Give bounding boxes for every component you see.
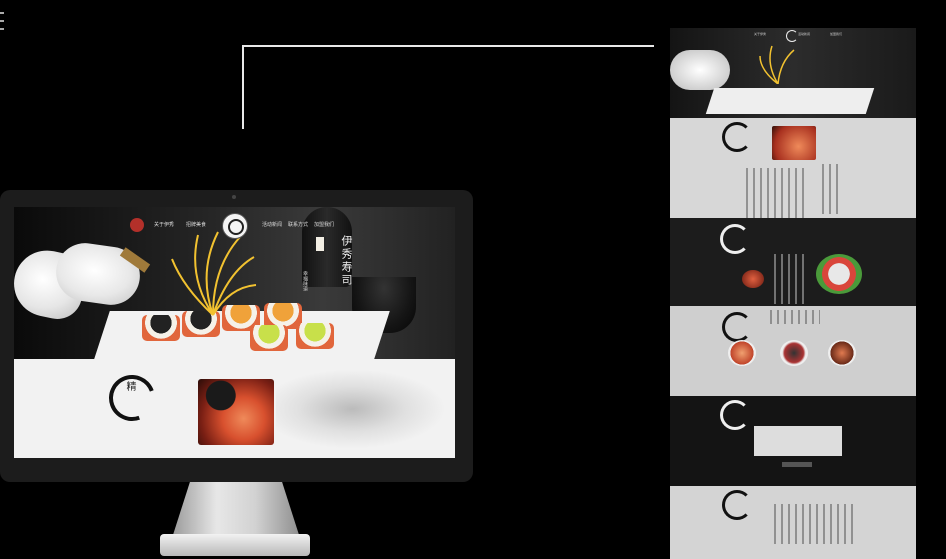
preview-contact-section [670, 396, 916, 486]
preview-footer-section [670, 486, 916, 559]
nav-item-contact[interactable]: 联系方式 [288, 221, 308, 228]
preview-menu-section [670, 306, 916, 396]
ink-seal-icon [101, 367, 163, 429]
menu-labels [770, 310, 820, 324]
sushi-piece [142, 315, 180, 341]
dish-photo [728, 340, 756, 366]
towel-image [670, 50, 730, 90]
seal-character: 精 [124, 381, 135, 391]
connector-line-horizontal [242, 45, 654, 47]
contact-form[interactable] [754, 426, 842, 456]
footer-text-block [774, 504, 854, 544]
sushi-piece [296, 323, 334, 349]
nav-item-news[interactable]: 活动新闻 [798, 32, 810, 36]
nav-item-join[interactable]: 加盟我们 [314, 221, 334, 228]
full-page-preview: 关于伊秀 活动新闻 加盟我们 [670, 28, 916, 559]
ink-seal-icon [720, 400, 750, 430]
desktop-monitor-mockup: 关于伊秀 招牌美食 活动新闻 联系方式 加盟我们 伊秀寿司 幸福味道 精 [0, 190, 473, 482]
site-nav: 关于伊秀 招牌美食 活动新闻 联系方式 加盟我们 [14, 213, 455, 239]
preview-dark-section [670, 218, 916, 306]
sushi-piece [250, 325, 288, 351]
dish-photo [780, 340, 808, 366]
hero-calligraphy: 伊秀寿司 [340, 235, 352, 287]
sushi-photo [772, 126, 816, 160]
intro-text-block [746, 168, 806, 218]
dish-photo [742, 270, 764, 288]
nav-item-news[interactable]: 活动新闻 [262, 221, 282, 228]
sushi-plate [705, 88, 875, 114]
brand-logo-icon[interactable] [130, 218, 144, 232]
preview-hero-section: 关于伊秀 活动新闻 加盟我们 [670, 28, 916, 118]
golden-garnish-decoration [759, 45, 795, 84]
seal-icon [786, 30, 798, 42]
preview-intro-section [670, 118, 916, 218]
submit-button[interactable] [782, 462, 812, 467]
seal-icon[interactable] [222, 213, 248, 239]
hero-banner: 关于伊秀 招牌美食 活动新闻 联系方式 加盟我们 伊秀寿司 幸福味道 [14, 207, 455, 359]
nav-item-menu[interactable]: 招牌美食 [186, 221, 206, 228]
nav-item-about[interactable]: 关于伊秀 [754, 32, 766, 36]
intro-section: 精 [14, 359, 455, 458]
ink-seal-icon [722, 490, 752, 520]
hero-slogan: 幸福味道 [302, 271, 308, 291]
nav-item-join[interactable]: 加盟我们 [830, 32, 842, 36]
monitor-stand-base [160, 534, 310, 556]
monitor-stand-neck [172, 482, 300, 538]
dark-text-block [774, 254, 804, 304]
dish-photo [828, 340, 856, 366]
ink-wash-decoration [276, 369, 446, 449]
ink-seal-icon [722, 122, 752, 152]
website-screen: 关于伊秀 招牌美食 活动新闻 联系方式 加盟我们 伊秀寿司 幸福味道 精 [14, 207, 455, 458]
ink-seal-icon [722, 312, 752, 342]
ink-seal-icon [720, 224, 750, 254]
connector-line-vertical [242, 45, 244, 129]
golden-garnish-decoration [171, 231, 257, 316]
camera-dot [232, 195, 236, 199]
intro-heading-block [822, 164, 842, 214]
sushi-photo [198, 379, 274, 445]
nav-item-about[interactable]: 关于伊秀 [154, 221, 174, 228]
corner-mark [0, 6, 6, 46]
dish-photo [816, 254, 862, 294]
